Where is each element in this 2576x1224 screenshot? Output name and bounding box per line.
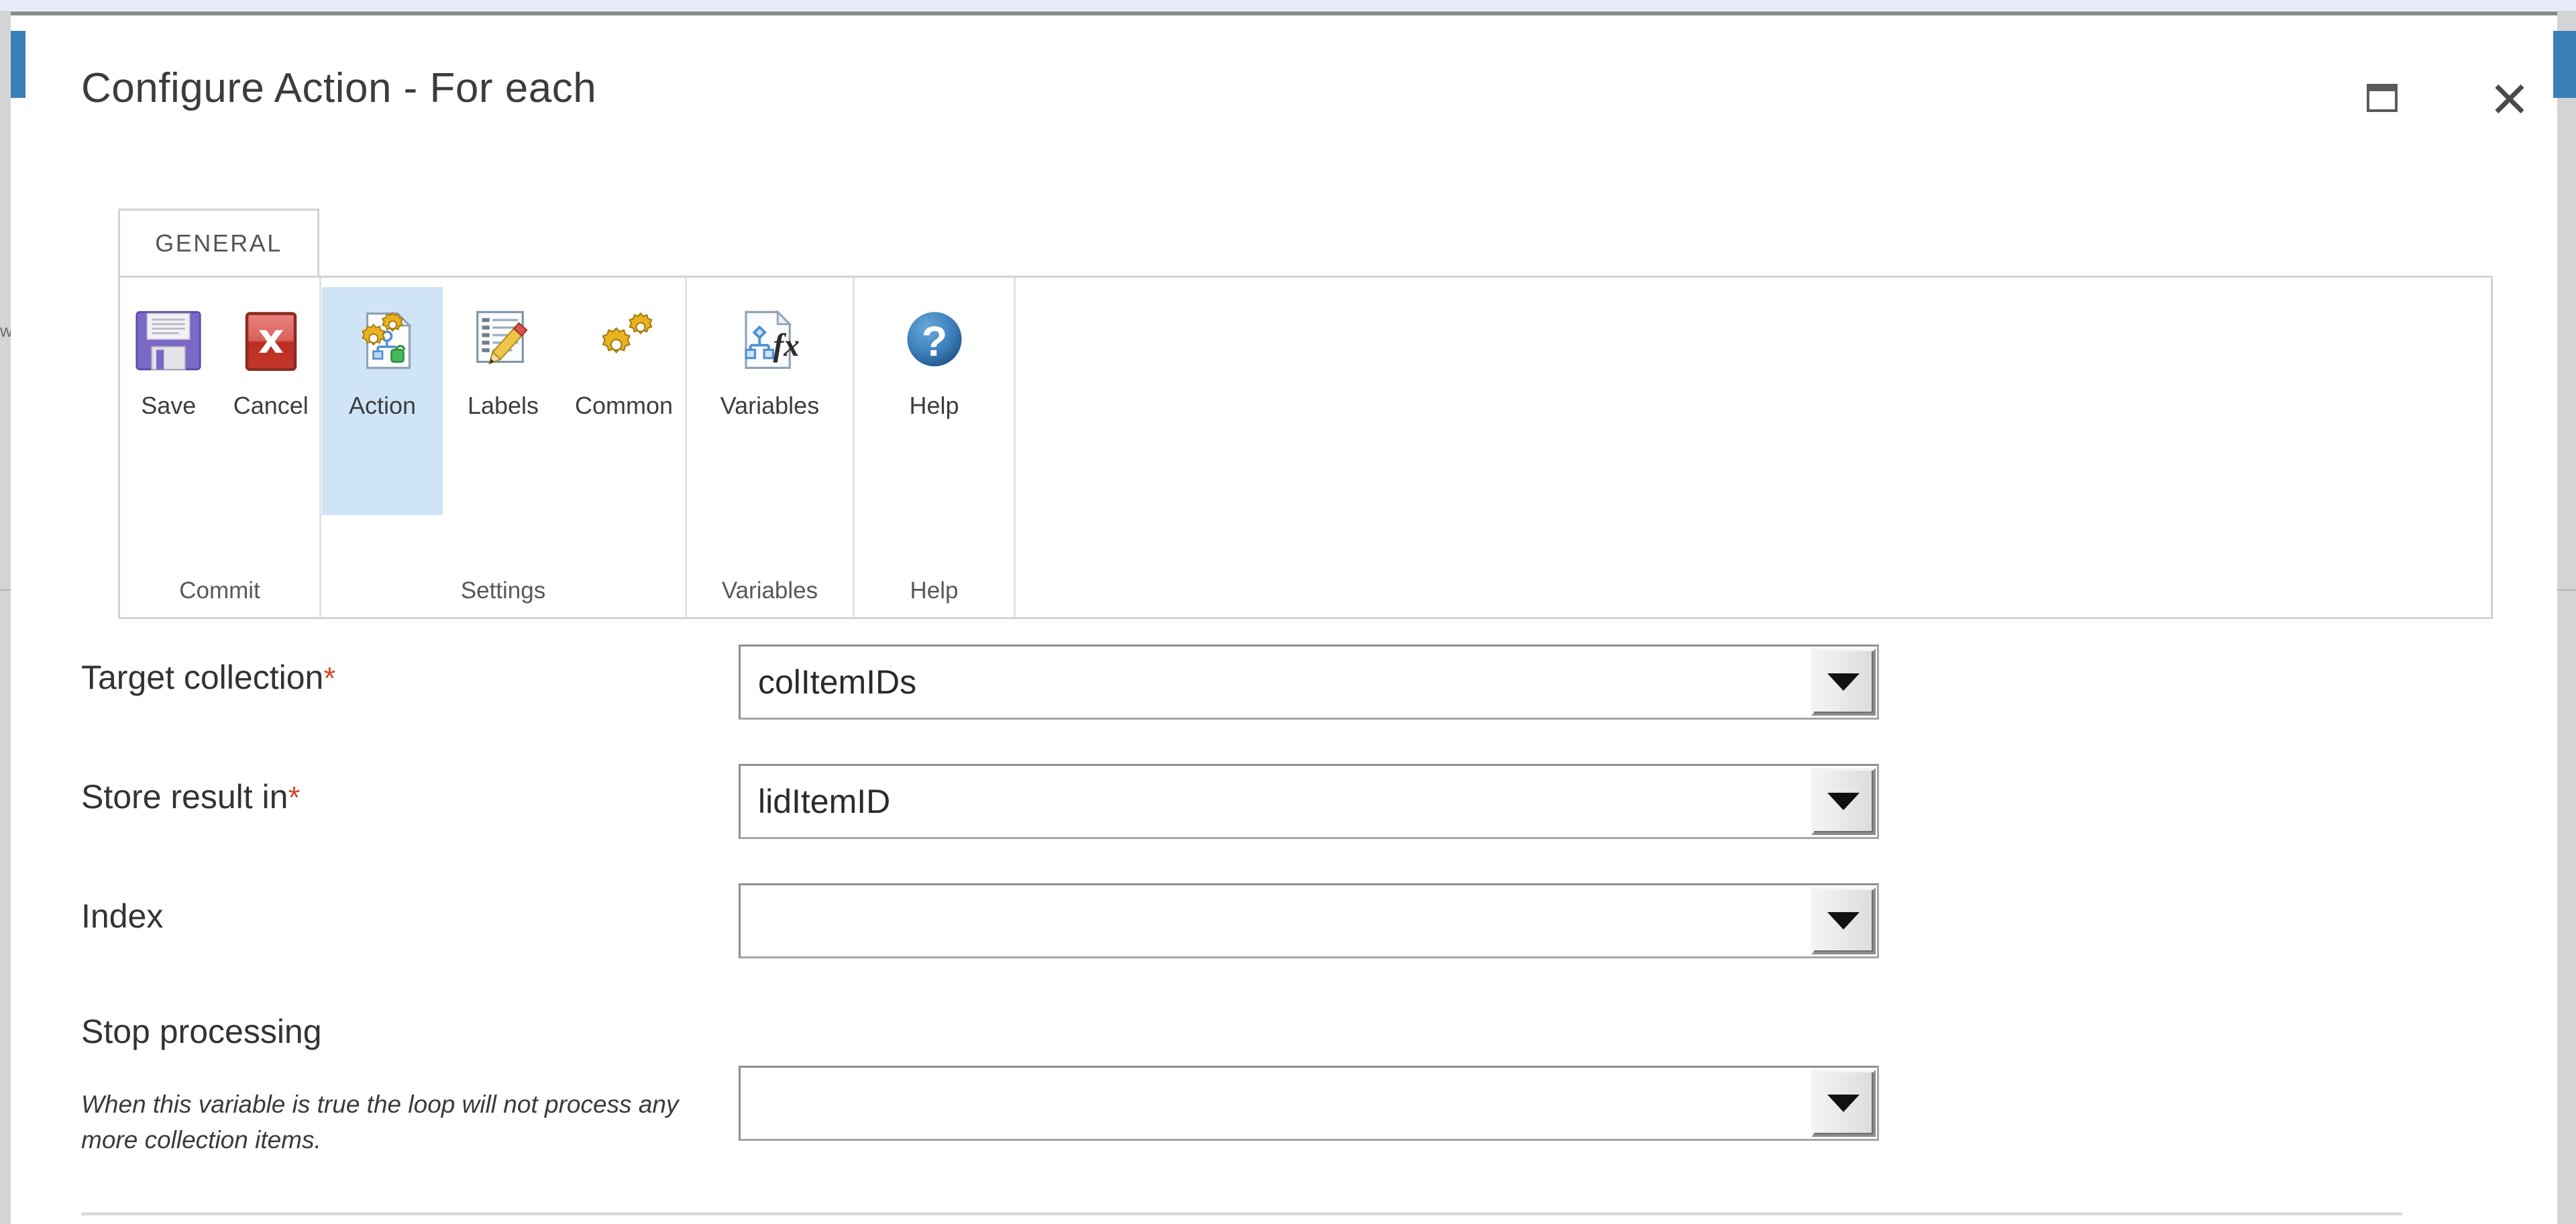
form-bottom-divider xyxy=(81,1213,2402,1216)
chevron-down-icon xyxy=(1827,673,1860,691)
help-button[interactable]: ? Help xyxy=(874,287,995,515)
labels-button-label: Labels xyxy=(467,392,539,419)
gears-icon xyxy=(586,303,661,378)
required-marker: * xyxy=(323,661,336,696)
ribbon-group-settings-label: Settings xyxy=(460,577,546,604)
variables-button-label: Variables xyxy=(720,392,820,419)
stop-processing-label-text: Stop processing xyxy=(81,1013,322,1050)
store-result-in-combobox[interactable]: lidItemID xyxy=(739,764,1879,839)
tab-general[interactable]: GENERAL xyxy=(118,209,319,276)
ribbon-group-help: ? Help Help xyxy=(855,278,1016,617)
desktop-top-strip xyxy=(0,0,2576,11)
question-mark-icon: ? xyxy=(897,303,972,378)
target-collection-combobox[interactable]: colItemIDs xyxy=(739,645,1879,720)
svg-text:?: ? xyxy=(921,319,947,366)
stop-processing-label: Stop processing xyxy=(81,1012,322,1051)
stop-processing-dropdown-button[interactable] xyxy=(1811,1070,1876,1137)
labels-button[interactable]: Labels xyxy=(443,287,564,515)
target-collection-value: colItemIDs xyxy=(758,663,917,701)
index-label: Index xyxy=(81,897,163,936)
chevron-down-icon xyxy=(1827,793,1860,810)
ribbon-group-help-label: Help xyxy=(910,577,959,604)
stop-processing-combobox[interactable] xyxy=(739,1066,1879,1141)
ribbon-tabstrip: GENERAL xyxy=(11,209,2557,276)
gears-document-icon xyxy=(345,303,420,378)
target-collection-label-text: Target collection xyxy=(81,659,324,696)
list-pencil-icon xyxy=(466,303,541,378)
index-dropdown-button[interactable] xyxy=(1811,887,1876,954)
red-x-icon xyxy=(233,303,309,378)
ribbon-group-settings: Action Labels Common Settings xyxy=(321,278,687,617)
svg-text:fx: fx xyxy=(773,329,799,364)
stop-processing-help-text: When this variable is true the loop will… xyxy=(81,1091,679,1154)
desktop-right-divider xyxy=(2557,589,2576,591)
dialog-title: Configure Action - For each xyxy=(81,65,597,111)
floppy-disk-icon xyxy=(131,303,206,378)
desktop-right-panel xyxy=(2557,11,2576,1224)
cancel-button[interactable]: Cancel xyxy=(223,287,320,515)
ribbon-group-commit-label: Commit xyxy=(179,577,260,604)
action-button[interactable]: Action xyxy=(322,287,443,515)
common-button-label: Common xyxy=(574,392,674,419)
action-button-label: Action xyxy=(348,392,417,419)
help-button-label: Help xyxy=(909,392,959,419)
variables-fx-icon: fx xyxy=(733,303,808,378)
close-icon xyxy=(2491,80,2528,116)
required-marker: * xyxy=(288,780,301,815)
target-collection-label: Target collection* xyxy=(81,658,335,697)
store-result-in-value: lidItemID xyxy=(758,783,891,820)
ribbon-group-empty xyxy=(1016,278,2491,617)
save-button[interactable]: Save xyxy=(120,287,217,515)
dialog-titlebar: Configure Action - For each xyxy=(11,31,2557,112)
ribbon-group-commit: Save Cancel Commit xyxy=(120,278,321,617)
ribbon-panel: Save Cancel Commit Action Labels Common … xyxy=(118,276,2493,619)
index-combobox[interactable] xyxy=(739,883,1879,958)
index-label-text: Index xyxy=(81,897,164,935)
ribbon-group-variables: fx Variables Variables xyxy=(687,278,855,617)
chevron-down-icon xyxy=(1827,912,1860,930)
screen: w Configure Action - For each GENERAL Sa… xyxy=(0,0,2576,1224)
save-button-label: Save xyxy=(141,392,197,419)
tab-general-label: GENERAL xyxy=(155,229,282,257)
desktop-left-panel xyxy=(0,11,11,1224)
chevron-down-icon xyxy=(1827,1095,1860,1112)
target-collection-dropdown-button[interactable] xyxy=(1811,649,1876,716)
close-button[interactable] xyxy=(2473,68,2546,128)
store-result-in-label-text: Store result in xyxy=(81,778,288,816)
desktop-left-divider xyxy=(0,589,11,591)
store-result-in-label: Store result in* xyxy=(81,777,300,816)
ribbon-group-variables-label: Variables xyxy=(721,577,818,604)
cancel-button-label: Cancel xyxy=(233,392,309,419)
common-button[interactable]: Common xyxy=(564,287,684,515)
variables-button[interactable]: fx Variables xyxy=(710,287,830,515)
maximize-icon xyxy=(2367,84,2398,112)
configure-action-dialog: Configure Action - For each GENERAL Save… xyxy=(11,11,2576,1224)
store-result-in-dropdown-button[interactable] xyxy=(1811,768,1876,835)
maximize-button[interactable] xyxy=(2345,68,2419,128)
